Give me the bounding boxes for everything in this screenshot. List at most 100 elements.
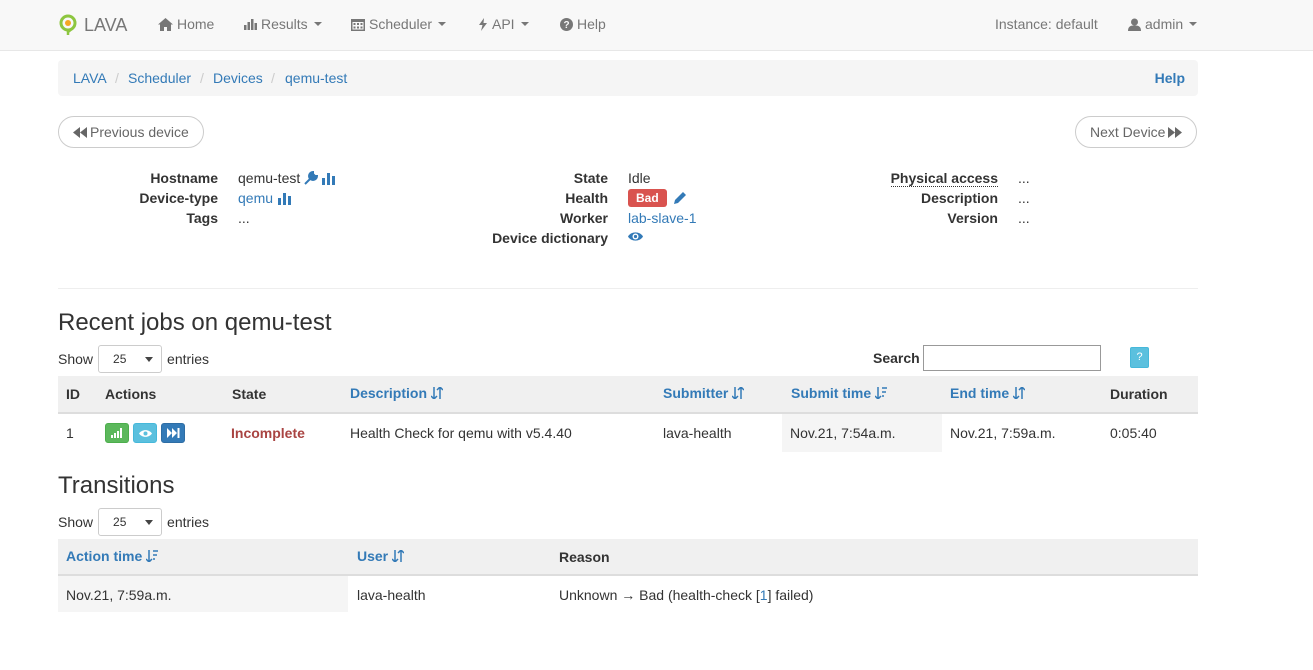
job-submit-time: Nov.21, 7:54a.m. bbox=[790, 425, 896, 441]
breadcrumb-current[interactable]: qemu-test bbox=[285, 70, 347, 86]
hostname-label: Hostname bbox=[150, 170, 218, 186]
breadcrumb-separator: / bbox=[271, 70, 275, 86]
tags-label: Tags bbox=[186, 210, 218, 226]
col-user-label: User bbox=[357, 548, 389, 564]
col-reason: Reason bbox=[559, 549, 610, 565]
col-duration: Duration bbox=[1110, 386, 1168, 402]
nav-scheduler-label: Scheduler bbox=[369, 16, 433, 32]
fast-forward-icon bbox=[166, 428, 179, 438]
state-value: Idle bbox=[628, 170, 651, 186]
device-dictionary-value bbox=[628, 231, 643, 242]
jobs-page-size-value: 25 bbox=[113, 352, 127, 366]
nav-api-label: API bbox=[492, 16, 515, 32]
job-state[interactable]: Incomplete bbox=[231, 425, 305, 441]
version-label: Version bbox=[947, 210, 998, 226]
physical-access-text: Physical access bbox=[890, 170, 998, 187]
svg-text:?: ? bbox=[563, 20, 569, 31]
recent-jobs-title: Recent jobs on qemu-test bbox=[58, 309, 332, 336]
nav-home[interactable]: Home bbox=[158, 16, 214, 32]
bar-chart-icon[interactable] bbox=[322, 172, 336, 185]
breadcrumb-devices[interactable]: Devices bbox=[213, 70, 263, 86]
user-menu[interactable]: admin bbox=[1128, 16, 1198, 32]
transitions-page-size-select[interactable]: 25 bbox=[98, 508, 163, 536]
chevron-down-icon bbox=[438, 22, 447, 26]
job-results-button[interactable] bbox=[105, 423, 129, 443]
hostname-value: qemu-test bbox=[238, 170, 336, 186]
physical-access-value: ... bbox=[1018, 170, 1030, 186]
transitions-table-header bbox=[58, 539, 1198, 576]
breadcrumb: LAVA / Scheduler / Devices / qemu-test H… bbox=[58, 60, 1198, 96]
lava-logo-icon bbox=[59, 14, 77, 35]
health-label: Health bbox=[565, 190, 608, 206]
bar-chart-icon[interactable] bbox=[278, 192, 292, 205]
transitions-show-label: Show bbox=[58, 514, 94, 530]
device-type-value: qemu bbox=[238, 190, 292, 206]
jobs-help-button[interactable]: ? bbox=[1130, 347, 1149, 368]
physical-access-label: Physical access bbox=[890, 170, 998, 187]
col-submitter[interactable]: Submitter bbox=[663, 385, 745, 401]
job-fast-forward-button[interactable] bbox=[161, 423, 185, 443]
help-link[interactable]: Help bbox=[1155, 70, 1185, 86]
backward-icon bbox=[73, 126, 87, 138]
nav-results[interactable]: Results bbox=[244, 16, 322, 32]
transitions-entries-label: entries bbox=[167, 514, 210, 530]
device-type-link[interactable]: qemu bbox=[238, 190, 273, 206]
jobs-search-label: Search bbox=[873, 350, 920, 366]
col-submit-time[interactable]: Submit time bbox=[791, 385, 888, 401]
jobs-search-input[interactable] bbox=[923, 345, 1101, 371]
job-duration: 0:05:40 bbox=[1110, 425, 1157, 441]
job-end-time: Nov.21, 7:59a.m. bbox=[950, 425, 1056, 441]
pencil-icon[interactable] bbox=[673, 191, 687, 205]
jobs-table-header bbox=[58, 376, 1198, 414]
description-value: ... bbox=[1018, 190, 1030, 206]
transition-job-link[interactable]: 1 bbox=[760, 587, 768, 603]
col-id: ID bbox=[66, 386, 80, 402]
transitions-title: Transitions bbox=[58, 472, 175, 499]
state-label: State bbox=[573, 170, 608, 186]
eye-icon[interactable] bbox=[628, 231, 643, 242]
device-type-label: Device-type bbox=[139, 190, 218, 206]
breadcrumb-lava[interactable]: LAVA bbox=[73, 70, 107, 86]
health-badge: Bad bbox=[628, 189, 667, 207]
navbar: LAVA Home Results Scheduler API ? Help I… bbox=[0, 0, 1313, 51]
transition-reason-prefix: Unknown → Bad (health-check [ bbox=[559, 587, 760, 603]
worker-link[interactable]: lab-slave-1 bbox=[628, 210, 696, 226]
sort-icon bbox=[392, 550, 405, 562]
nav-scheduler[interactable]: Scheduler bbox=[351, 16, 447, 32]
brand-label: LAVA bbox=[84, 14, 128, 35]
nav-help[interactable]: ? Help bbox=[560, 16, 606, 32]
breadcrumb-scheduler[interactable]: Scheduler bbox=[128, 70, 191, 86]
jobs-show-label: Show bbox=[58, 351, 94, 367]
nav-results-label: Results bbox=[261, 16, 308, 32]
hostname-text: qemu-test bbox=[238, 170, 301, 186]
chevron-down-icon bbox=[1189, 22, 1198, 26]
col-description[interactable]: Description bbox=[350, 385, 444, 401]
sort-icon bbox=[732, 387, 745, 399]
breadcrumb-separator: / bbox=[200, 70, 204, 86]
col-submit-time-label: Submit time bbox=[791, 385, 872, 401]
calendar-icon bbox=[351, 18, 365, 31]
health-value: Bad bbox=[628, 189, 687, 207]
brand-link[interactable]: LAVA bbox=[58, 14, 127, 36]
job-view-button[interactable] bbox=[133, 423, 157, 443]
tags-value: ... bbox=[238, 210, 250, 226]
chevron-down-icon bbox=[520, 22, 529, 26]
job-description: Health Check for qemu with v5.4.40 bbox=[350, 425, 572, 441]
next-device-button[interactable]: Next Device bbox=[1075, 116, 1198, 148]
col-submitter-label: Submitter bbox=[663, 385, 729, 401]
flash-icon bbox=[479, 17, 487, 31]
previous-device-button[interactable]: Previous device bbox=[58, 116, 204, 148]
sort-icon bbox=[1013, 387, 1026, 399]
nav-api[interactable]: API bbox=[478, 16, 529, 32]
transition-reason: Unknown → Bad (health-check [1] failed) bbox=[559, 587, 813, 603]
jobs-length-control: Show 25 entries bbox=[58, 345, 209, 373]
user-name: admin bbox=[1145, 16, 1184, 32]
col-user[interactable]: User bbox=[357, 548, 405, 564]
wrench-icon[interactable] bbox=[304, 171, 319, 185]
sort-desc-icon bbox=[146, 550, 159, 562]
col-action-time[interactable]: Action time bbox=[66, 548, 159, 564]
col-state: State bbox=[232, 386, 267, 402]
jobs-page-size-select[interactable]: 25 bbox=[98, 345, 163, 373]
col-end-time[interactable]: End time bbox=[950, 385, 1026, 401]
sort-desc-icon bbox=[875, 387, 888, 399]
